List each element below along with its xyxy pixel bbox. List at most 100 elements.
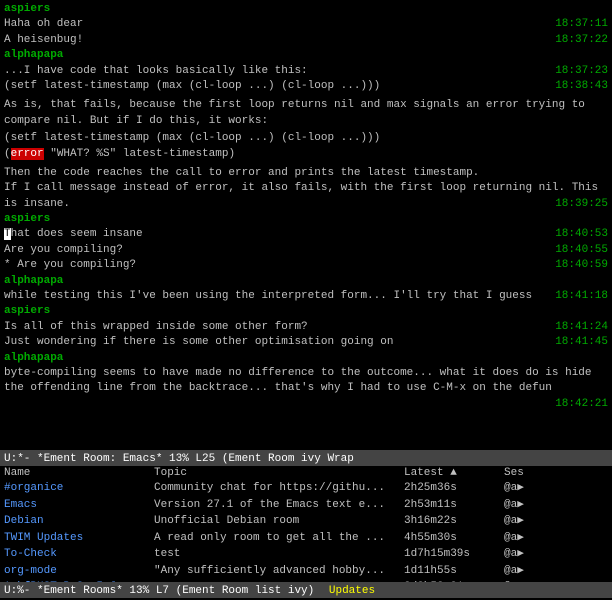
room-latest: 2h25m36s [404,480,504,497]
message-text: As is, that fails, because the first loo… [4,99,585,126]
username-aspiers: aspiers [4,213,50,225]
room-ses: @a▶ [504,546,564,563]
chat-message: That does seem insane 18:40:53 [4,227,608,242]
username-alphapapa: alphapapa [4,352,63,364]
timestamp: 18:38:43 [555,79,608,94]
chat-code-line: (setf latest-timestamp (max (cl-loop ...… [4,131,608,146]
room-topic: Community chat for https://githu... [154,480,404,497]
room-name[interactable]: #organice [4,480,154,497]
code-after: "WHAT? %S" latest-timestamp) [44,148,235,160]
room-latest: 3h16m22s [404,513,504,530]
room-name[interactable]: To-Check [4,546,154,563]
room-ses: @a▶ [504,513,564,530]
room-latest: 2h53m11s [404,497,504,514]
modeline-bottom: U:%- *Ement Rooms* 13% L7 (Ement Room li… [0,582,612,598]
timestamp: 18:40:59 [555,258,608,273]
list-item[interactable]: org-mode "Any sufficiently advanced hobb… [0,563,612,580]
list-item[interactable]: Debian Unofficial Debian room 3h16m22s @… [0,513,612,530]
room-ses: @a▶ [504,530,564,547]
message-text: Are you compiling? [4,244,123,256]
updates-label: Updates [329,585,375,597]
chat-message: ...I have code that looks basically like… [4,64,608,79]
message-text: Just wondering if there is some other op… [4,336,393,348]
room-link[interactable]: org-mode [4,565,57,577]
chat-error-line: (error "WHAT? %S" latest-timestamp) [4,147,608,162]
room-list-header: Name Topic Latest ▲ Ses [0,466,612,480]
chat-message: If I call message instead of error, it a… [4,181,608,212]
username-alphapapa: alphapapa [4,49,63,61]
col-header-name: Name [4,467,154,479]
chat-message: byte-compiling seems to have made no dif… [4,366,608,397]
message-text: Is all of this wrapped inside some other… [4,321,308,333]
code-text: (setf latest-timestamp (max (cl-loop ...… [4,132,380,144]
chat-message-username: aspiers [4,2,608,17]
room-topic: "Any sufficiently advanced hobby... [154,563,404,580]
chat-message: while testing this I've been using the i… [4,289,608,304]
room-name[interactable]: org-mode [4,563,154,580]
room-latest: 1d7h15m39s [404,546,504,563]
col-header-latest: Latest ▲ [404,467,504,479]
chat-message: As is, that fails, because the first loo… [4,98,608,129]
list-item[interactable]: To-Check test 1d7h15m39s @a▶ [0,546,612,563]
chat-code-line: (setf latest-timestamp (max (cl-loop ...… [4,79,608,94]
list-item[interactable]: #organice Community chat for https://git… [0,480,612,497]
room-latest: 4h55m30s [404,530,504,547]
room-ses: @a▶ [504,480,564,497]
modeline-top: U:*- *Ement Room: Emacs* 13% L25 (Ement … [0,450,612,466]
room-link[interactable]: To-Check [4,548,57,560]
list-item[interactable]: !xbfPHSTwPySgaIeJnz:ma... 2d3h52m31s @a▶ [0,579,612,582]
message-text: A heisenbug! [4,34,83,46]
timestamp: 18:37:22 [555,33,608,48]
room-link[interactable]: !xbfPHSTwPySgaIeJnz:ma... [4,581,169,582]
timestamp: 18:41:18 [555,289,608,304]
chat-message: Then the code reaches the call to error … [4,166,608,181]
col-header-topic: Topic [154,467,404,479]
room-topic: test [154,546,404,563]
room-name[interactable]: !xbfPHSTwPySgaIeJnz:ma... [4,579,154,582]
chat-message: A heisenbug! 18:37:22 [4,33,608,48]
room-link[interactable]: #organice [4,482,63,494]
room-ses: @a▶ [504,497,564,514]
room-topic: Version 27.1 of the Emacs text e... [154,497,404,514]
chat-message: Just wondering if there is some other op… [4,335,608,350]
username-aspiers: aspiers [4,305,50,317]
room-list-area: Name Topic Latest ▲ Ses #organice Commun… [0,466,612,582]
modeline-bottom-text: U:%- *Ement Rooms* 13% L7 (Ement Room li… [4,585,314,597]
message-text: while testing this I've been using the i… [4,290,532,302]
chat-message-username: aspiers [4,304,608,319]
room-topic [154,579,404,582]
chat-message: Are you compiling? 18:40:55 [4,243,608,258]
room-name[interactable]: Debian [4,513,154,530]
username-alphapapa: alphapapa [4,275,63,287]
chat-message: * Are you compiling? 18:40:59 [4,258,608,273]
message-text: If I call message instead of error, it a… [4,182,598,209]
message-text: * Are you compiling? [4,259,136,271]
chat-area: aspiers Haha oh dear 18:37:11 A heisenbu… [0,0,612,450]
room-name[interactable]: Emacs [4,497,154,514]
code-text: (setf latest-timestamp (max (cl-loop ...… [4,80,380,92]
timestamp: 18:40:55 [555,243,608,258]
message-text: byte-compiling seems to have made no dif… [4,367,592,394]
room-name[interactable]: TWIM Updates [4,530,154,547]
modeline-top-text: U:*- *Ement Room: Emacs* 13% L25 (Ement … [4,453,354,465]
room-link[interactable]: Emacs [4,499,37,511]
list-item[interactable]: Emacs Version 27.1 of the Emacs text e..… [0,497,612,514]
col-header-ses: Ses [504,467,564,479]
message-text: ...I have code that looks basically like… [4,65,308,77]
timestamp: 18:37:11 [555,17,608,32]
message-text: Haha oh dear [4,18,83,30]
room-latest: 1d11h55s [404,563,504,580]
room-link[interactable]: Debian [4,515,44,527]
room-latest: 2d3h52m31s [404,579,504,582]
username-aspiers: aspiers [4,3,50,15]
list-item[interactable]: TWIM Updates A read only room to get all… [0,530,612,547]
chat-message-username: alphapapa [4,274,608,289]
chat-message-username: alphapapa [4,48,608,63]
timestamp: 18:42:21 [555,397,608,412]
timestamp: 18:40:53 [555,227,608,242]
timestamp: 18:41:24 [555,320,608,335]
room-link[interactable]: TWIM Updates [4,532,83,544]
chat-message-username: alphapapa [4,351,608,366]
message-text: hat does seem insane [11,228,143,240]
chat-message: Haha oh dear 18:37:11 [4,17,608,32]
